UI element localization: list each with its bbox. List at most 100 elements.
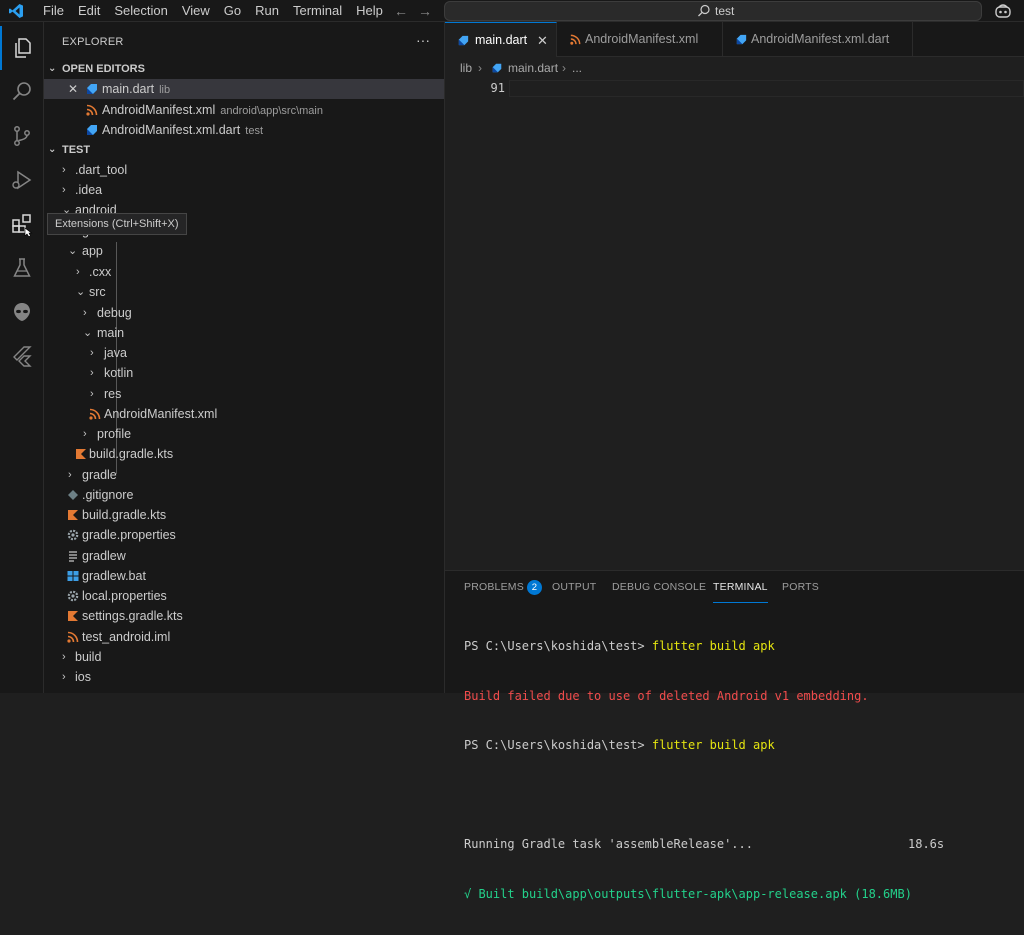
- extensions-icon: [12, 214, 33, 236]
- file-description: android\app\src\main: [220, 105, 323, 117]
- tree-label: .gitignore: [82, 488, 134, 502]
- activity-bar: [0, 22, 44, 693]
- open-editor-item[interactable]: ✕ main.dart lib: [44, 79, 444, 99]
- forward-arrow-icon[interactable]: →: [416, 2, 434, 20]
- flutter-activity-button[interactable]: [0, 334, 44, 378]
- tree-label: app: [82, 244, 103, 258]
- terminal-command: flutter build apk: [651, 738, 775, 752]
- tree-file[interactable]: settings.gradle.kts: [44, 606, 444, 626]
- tab-problems[interactable]: PROBLEMS 2: [464, 571, 542, 603]
- folder-section-header[interactable]: ⌄ TEST: [44, 140, 444, 160]
- open-editor-item[interactable]: AndroidManifest.xml.dart test: [44, 120, 444, 140]
- tree-folder[interactable]: › .cxx: [44, 262, 444, 282]
- chevron-down-icon: ⌄: [48, 63, 57, 74]
- rss-xml-icon: [67, 631, 79, 643]
- tree-folder[interactable]: › .dart_tool: [44, 160, 444, 180]
- terminal-error-line: Build failed due to use of deleted Andro…: [464, 688, 869, 703]
- alien-extension-activity-button[interactable]: [0, 290, 44, 334]
- menu-view[interactable]: View: [175, 0, 217, 22]
- menu-file[interactable]: File: [36, 0, 71, 22]
- rss-xml-icon: [570, 34, 581, 45]
- more-actions-icon[interactable]: ···: [416, 32, 430, 48]
- tab-main-dart[interactable]: main.dart ✕: [445, 22, 557, 57]
- copilot-icon[interactable]: [994, 3, 1012, 19]
- command-center-search[interactable]: test: [444, 1, 982, 21]
- testing-activity-button[interactable]: [0, 246, 44, 290]
- tab-androidmanifest-xml-dart[interactable]: AndroidManifest.xml.dart: [723, 22, 913, 57]
- tree-folder[interactable]: › res: [44, 384, 444, 404]
- text-file-icon: [69, 551, 77, 562]
- breadcrumb-folder[interactable]: lib: [460, 57, 472, 79]
- tree-file[interactable]: gradlew: [44, 546, 444, 566]
- chevron-right-icon: ›: [68, 469, 72, 481]
- menu-help[interactable]: Help: [349, 0, 390, 22]
- tab-debug-console[interactable]: DEBUG CONSOLE: [612, 571, 706, 603]
- tree-file[interactable]: .gitignore: [44, 485, 444, 505]
- extensions-tooltip: Extensions (Ctrl+Shift+X): [47, 213, 187, 235]
- tree-folder[interactable]: › kotlin: [44, 363, 444, 383]
- code-editor[interactable]: 91: [445, 79, 1024, 570]
- kotlin-file-icon: [68, 510, 78, 520]
- tab-androidmanifest-xml[interactable]: AndroidManifest.xml: [557, 22, 723, 57]
- chevron-right-icon: ›: [478, 61, 482, 75]
- menu-go[interactable]: Go: [217, 0, 248, 22]
- breadcrumb-file[interactable]: main.dart: [508, 57, 558, 79]
- line-number: 91: [490, 81, 505, 95]
- tree-file[interactable]: gradlew.bat: [44, 566, 444, 586]
- tree-file[interactable]: local.properties: [44, 586, 444, 606]
- open-editors-section-header[interactable]: ⌄ OPEN EDITORS: [44, 59, 444, 79]
- tab-terminal[interactable]: TERMINAL: [713, 571, 768, 603]
- tree-file[interactable]: build.gradle.kts: [44, 444, 444, 464]
- chevron-right-icon: ›: [90, 367, 94, 379]
- windows-icon: [67, 571, 79, 581]
- menu-selection[interactable]: Selection: [107, 0, 174, 22]
- explorer-sidebar: EXPLORER ··· ⌄ OPEN EDITORS ✕ main.dart l…: [44, 22, 445, 693]
- dart-file-icon: [87, 125, 97, 135]
- terminal-elapsed-time: 18.6s: [908, 837, 945, 851]
- tab-output[interactable]: OUTPUT: [552, 571, 596, 603]
- tree-folder[interactable]: ⌄ app: [44, 241, 444, 261]
- tree-folder[interactable]: ⌄ main: [44, 323, 444, 343]
- tree-folder[interactable]: › java: [44, 343, 444, 363]
- search-activity-button[interactable]: [0, 70, 44, 114]
- tree-folder[interactable]: › profile: [44, 424, 444, 444]
- extensions-activity-button[interactable]: [0, 202, 44, 246]
- tree-file[interactable]: build.gradle.kts: [44, 505, 444, 525]
- tree-folder[interactable]: › .idea: [44, 180, 444, 200]
- explorer-activity-button[interactable]: [0, 26, 44, 70]
- tree-folder[interactable]: › build: [44, 647, 444, 667]
- breadcrumb: lib › main.dart › ...: [445, 57, 1024, 79]
- run-debug-activity-button[interactable]: [0, 158, 44, 202]
- folder-label: TEST: [62, 144, 91, 156]
- gear-icon: [67, 529, 79, 541]
- tree-file[interactable]: test_android.iml: [44, 627, 444, 647]
- tree-folder[interactable]: › ios: [44, 667, 444, 687]
- tab-ports[interactable]: PORTS: [782, 571, 819, 603]
- tree-label: AndroidManifest.xml: [104, 407, 218, 421]
- tree-label: build: [75, 650, 102, 664]
- chevron-right-icon: ›: [83, 428, 87, 440]
- tree-folder[interactable]: ⌄ src: [44, 282, 444, 302]
- tree-label: .cxx: [89, 265, 112, 279]
- menu-terminal[interactable]: Terminal: [286, 0, 349, 22]
- tree-file[interactable]: AndroidManifest.xml: [44, 404, 444, 424]
- tree-file[interactable]: gradle.properties: [44, 525, 444, 545]
- menu-run[interactable]: Run: [248, 0, 286, 22]
- terminal-output[interactable]: PS C:\Users\koshida\test> flutter build …: [464, 605, 1019, 935]
- tree-folder[interactable]: › debug: [44, 303, 444, 323]
- breadcrumb-symbol[interactable]: ...: [572, 57, 582, 79]
- close-icon[interactable]: ✕: [68, 79, 78, 99]
- tree-label: build.gradle.kts: [82, 508, 167, 522]
- menu-edit[interactable]: Edit: [71, 0, 107, 22]
- source-control-activity-button[interactable]: [0, 114, 44, 158]
- chevron-down-icon: ⌄: [83, 327, 93, 339]
- tree-label: gradlew.bat: [82, 569, 146, 583]
- tree-folder[interactable]: › gradle: [44, 465, 444, 485]
- open-editor-item[interactable]: AndroidManifest.xml android\app\src\main: [44, 100, 444, 120]
- tree-label: debug: [97, 306, 132, 320]
- tree-label: local.properties: [82, 589, 167, 603]
- close-icon[interactable]: ✕: [537, 23, 548, 58]
- kotlin-file-icon: [68, 611, 78, 621]
- back-arrow-icon[interactable]: ←: [392, 2, 410, 20]
